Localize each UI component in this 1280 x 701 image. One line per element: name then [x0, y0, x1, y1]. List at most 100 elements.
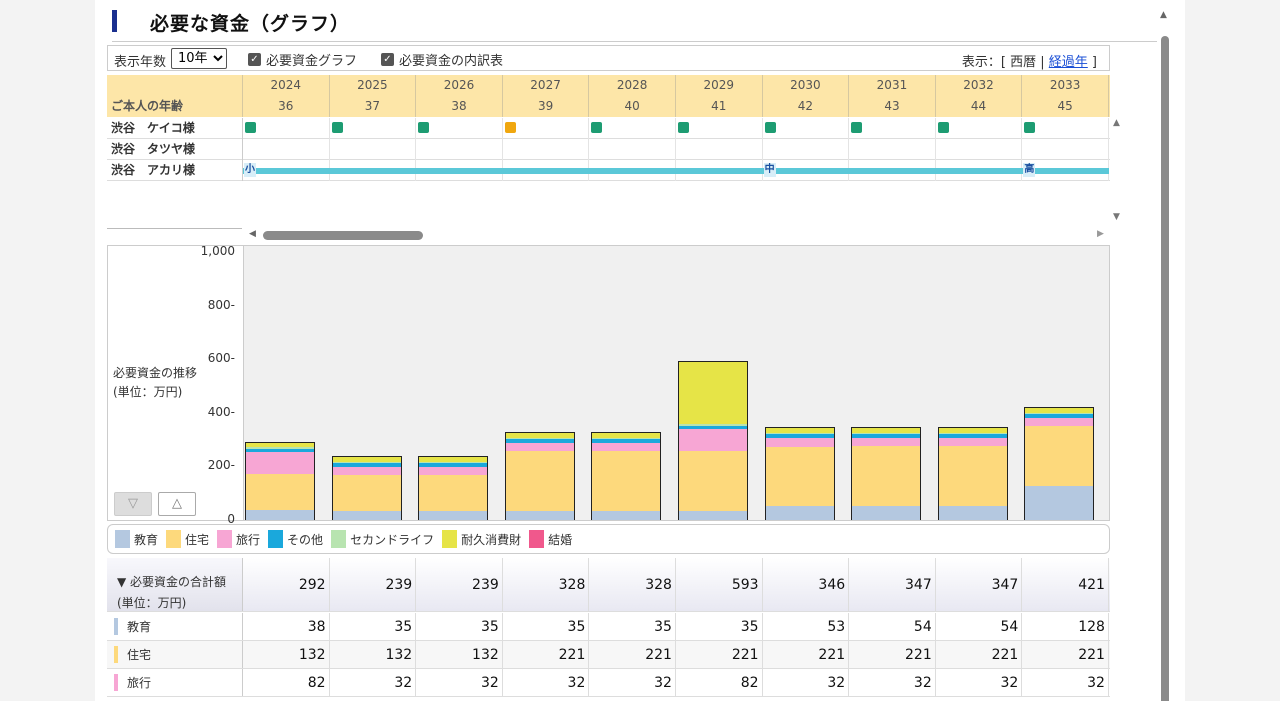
bar-segment [1025, 408, 1094, 413]
stacked-bar[interactable] [591, 432, 662, 520]
legend-swatch [217, 530, 233, 548]
event-cell [416, 139, 503, 160]
bar-segment [765, 432, 834, 435]
graph-checkbox[interactable]: ✓ 必要資金グラフ [248, 50, 357, 69]
page-title: 必要な資金（グラフ） [150, 13, 351, 35]
total-value-cell: 346 [763, 558, 850, 611]
event-cell [1022, 139, 1109, 160]
stacked-bar[interactable] [504, 432, 575, 520]
breakdown-value-cell: 221 [503, 641, 590, 668]
briefcase-icon [591, 122, 603, 133]
year-cell: 2027 [503, 75, 590, 96]
legend-item[interactable]: 旅行 [217, 530, 260, 548]
scroll-left-icon[interactable]: ◀ [249, 229, 256, 239]
bar-segment [765, 428, 834, 433]
years-select[interactable]: 10年 [171, 48, 227, 69]
event-cell [936, 118, 1023, 139]
briefcase-icon [1024, 122, 1036, 133]
breakdown-value-cell: 32 [1022, 669, 1109, 696]
breakdown-value-cell: 132 [416, 641, 503, 668]
stacked-bar[interactable] [678, 361, 748, 520]
stacked-bar[interactable] [1024, 407, 1095, 520]
bar-segment [332, 510, 401, 520]
legend-label: 旅行 [236, 532, 261, 547]
stacked-bar[interactable] [764, 427, 835, 520]
breakdown-value-cell: 221 [763, 641, 850, 668]
legend-item[interactable]: 住宅 [166, 530, 209, 548]
year-cell: 2024 [243, 75, 330, 96]
legend-item[interactable]: 耐久消費財 [442, 530, 521, 548]
graph-checkbox-label: 必要資金グラフ [266, 54, 358, 69]
breakdown-value-cell: 132 [243, 641, 330, 668]
age-row-label: ご本人の年齢 [107, 96, 243, 117]
bar-segment [852, 505, 921, 520]
stacked-bar[interactable] [851, 427, 922, 520]
breakdown-value-cell: 221 [849, 641, 936, 668]
page-vscroll[interactable]: ▲ [1158, 10, 1172, 701]
total-value-cell: 292 [243, 558, 330, 611]
bar-segment [852, 446, 921, 506]
bar-segment [246, 442, 314, 448]
breakdown-value-cell: 221 [589, 641, 676, 668]
breakdown-value-cell: 32 [416, 669, 503, 696]
timeline-hscroll[interactable]: ◀ ▶ [107, 227, 1122, 245]
zoom-out-button[interactable]: ▽ [114, 492, 152, 516]
breakdown-value-cell: 32 [503, 669, 590, 696]
breakdown-label: 住宅 [107, 641, 243, 668]
scroll-right-icon[interactable]: ▶ [1097, 229, 1104, 239]
stacked-bar[interactable] [418, 455, 489, 520]
display-controls: 表示年数 10年 ✓ 必要資金グラフ ✓ 必要資金の内訳表 表示：[ 西暦 | … [107, 45, 1110, 71]
age-cell: 37 [330, 96, 417, 117]
event-cell [503, 139, 590, 160]
stacked-bar[interactable] [937, 427, 1008, 520]
title-accent-bar [112, 10, 117, 32]
category-color-marker [114, 674, 118, 691]
bar-segment [505, 433, 574, 438]
page-vscroll-thumb[interactable] [1161, 36, 1169, 701]
breakdown-row: 教育 38 35 35 35 35 35 53 54 54 128 [107, 613, 1110, 641]
table-checkbox-label: 必要資金の内訳表 [399, 54, 504, 69]
y-tick-label: 600- [207, 351, 235, 366]
legend-item[interactable]: その他 [268, 530, 323, 548]
event-cell [763, 139, 850, 160]
breakdown-value-cell: 32 [330, 669, 417, 696]
legend-item[interactable]: 教育 [115, 530, 158, 548]
stacked-bar[interactable] [245, 441, 315, 520]
legend-item[interactable]: 結婚 [529, 530, 572, 548]
briefcase-icon [937, 122, 949, 133]
bar-segment [679, 424, 747, 426]
totals-header-label[interactable]: ▼ 必要資金の合計額 (単位：万円) [107, 558, 243, 611]
breakdown-value-cell: 128 [1022, 613, 1109, 640]
person-name: 渋谷 タツヤ様 [107, 139, 243, 160]
bar-segment [332, 475, 401, 511]
briefcase-icon [331, 122, 343, 133]
total-value-cell: 239 [330, 558, 417, 611]
legend-swatch [268, 530, 284, 548]
timeline-vscroll[interactable]: ▲ ▼ [1110, 118, 1124, 228]
breakdown-value-cell: 132 [330, 641, 417, 668]
bar-segment [938, 427, 1007, 433]
zoom-in-button[interactable]: △ [158, 492, 196, 516]
age-cell: 40 [589, 96, 676, 117]
bar-segment [938, 505, 1007, 520]
stacked-bar[interactable] [331, 455, 402, 520]
person-name: 渋谷 アカリ様 [107, 160, 243, 181]
bar-segment [1025, 417, 1094, 427]
event-cell [503, 118, 590, 139]
person-row: 渋谷 ケイコ様 [107, 118, 1110, 139]
bar-segment [679, 362, 747, 425]
legend-item[interactable]: セカンドライフ [331, 530, 434, 548]
briefcase-icon [851, 122, 863, 133]
scroll-up-icon[interactable]: ▲ [1160, 10, 1167, 20]
event-cell [243, 139, 330, 160]
bar-segment [592, 439, 661, 443]
breakdown-value-cell: 35 [589, 613, 676, 640]
event-cell [589, 139, 676, 160]
event-cell [849, 118, 936, 139]
breakdown-value-cell: 221 [1022, 641, 1109, 668]
event-cell [416, 118, 503, 139]
bar-segment [419, 466, 488, 476]
hscroll-thumb[interactable] [263, 231, 423, 240]
table-checkbox[interactable]: ✓ 必要資金の内訳表 [381, 50, 503, 69]
display-elapsed-link[interactable]: 経過年 [1049, 55, 1088, 70]
